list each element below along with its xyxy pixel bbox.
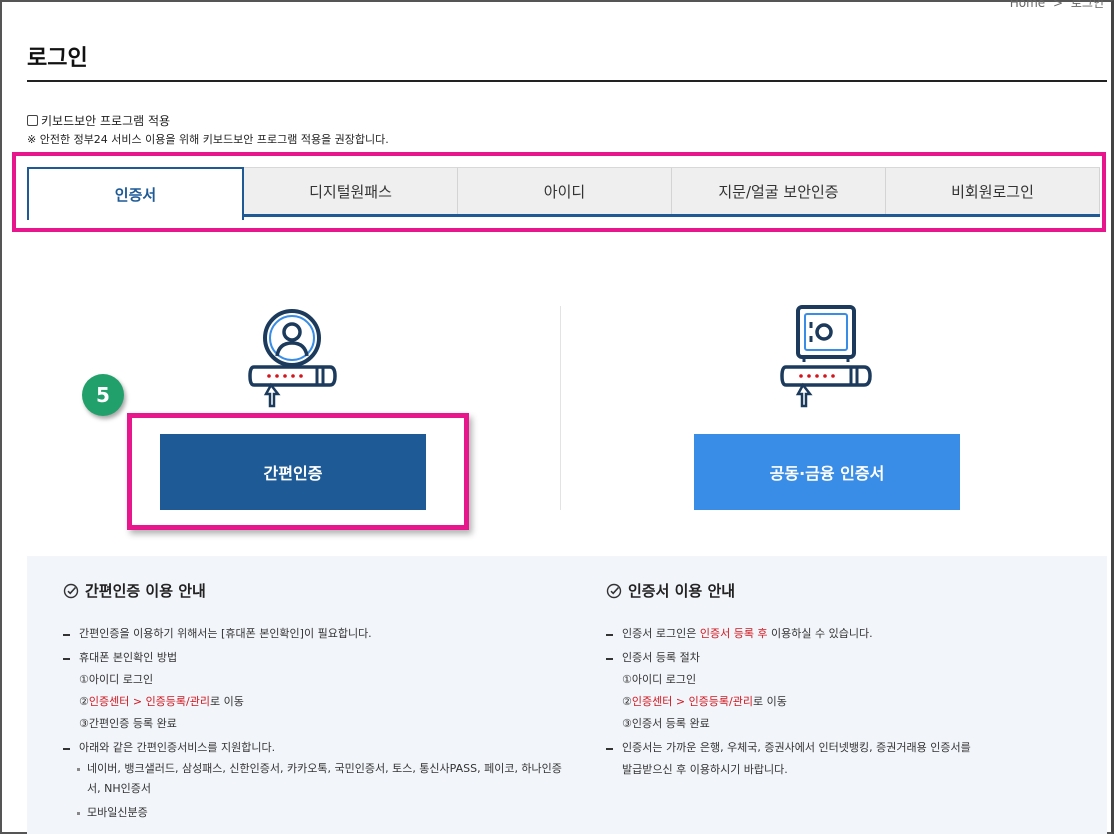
keyboard-security-label: 키보드보안 프로그램 적용 (41, 114, 171, 128)
simple-auth-guide-title: 간편인증 이용 안내 (63, 580, 568, 601)
guide-item-emphasis: 인증서 등록 후 (699, 627, 768, 640)
simple-auth-guide: 간편인증 이용 안내 간편인증을 이용하기 위해서는 [휴대폰 본인확인]이 필… (63, 580, 568, 823)
guide-item: 인증서 로그인은 인증서 등록 후 이용하실 수 있습니다. (606, 623, 971, 645)
tab-non-member[interactable]: 비회원로그인 (886, 167, 1100, 214)
guide-step: ③간편인증 등록 완료 (79, 717, 177, 730)
breadcrumb-current: 로그인 (1070, 0, 1104, 10)
guide-step-emphasis: 인증센터 > 인증등록/관리 (88, 695, 210, 708)
guide-item: 인증서 등록 절차 (606, 647, 971, 669)
person-key-icon (246, 304, 338, 414)
guide-step-prefix: ② (622, 695, 632, 708)
guide-item: 휴대폰 본인확인 방법 (63, 647, 568, 669)
page-title: 로그인 (27, 46, 88, 71)
guide-step-prefix: ② (79, 695, 89, 708)
cert-guide-title: 인증서 이용 안내 (606, 580, 971, 601)
guide-item: 아래와 같은 간편인증서비스를 지원합니다. (63, 737, 568, 759)
tab-id[interactable]: 아이디 (458, 167, 672, 214)
guide-step-suffix: 로 이동 (210, 695, 244, 708)
cert-guide-title-text: 인증서 이용 안내 (628, 582, 736, 600)
guide-step: ②인증센터 > 인증등록/관리로 이동 (606, 691, 971, 713)
simple-auth-button[interactable]: 간편인증 (160, 434, 426, 510)
guide-step: ②인증센터 > 인증등록/관리로 이동 (63, 691, 568, 713)
check-circle-icon (63, 583, 79, 598)
breadcrumb-home[interactable]: Home (1010, 0, 1045, 10)
breadcrumb-separator: > (1052, 0, 1064, 10)
guide-item-continued: 발급받으신 후 이용하시기 바랍니다. (622, 763, 788, 776)
guide-item-prefix: 인증서 로그인은 (622, 627, 700, 640)
guide-step: ①아이디 로그인 (79, 673, 154, 686)
tab-certificate[interactable]: 인증서 (27, 167, 244, 220)
cert-guide: 인증서 이용 안내 인증서 로그인은 인증서 등록 후 이용하실 수 있습니다.… (606, 580, 971, 781)
step-badge: 5 (82, 374, 124, 416)
safe-key-icon (778, 304, 874, 414)
guide-item: 간편인증을 이용하기 위해서는 [휴대폰 본인확인]이 필요합니다. (63, 623, 568, 645)
joint-cert-button[interactable]: 공동·금융 인증서 (694, 434, 960, 510)
guide-mobile-id: 모바일신분증 (63, 803, 568, 823)
title-divider (27, 80, 1107, 82)
tab-biometric[interactable]: 지문/얼굴 보안인증 (672, 167, 886, 214)
keyboard-security-checkbox[interactable] (27, 115, 38, 126)
check-circle-icon (606, 583, 622, 598)
guide-panel: 간편인증 이용 안내 간편인증을 이용하기 위해서는 [휴대폰 본인확인]이 필… (27, 556, 1107, 834)
login-tabs: 인증서 디지털원패스 아이디 지문/얼굴 보안인증 비회원로그인 (27, 167, 1100, 220)
guide-step-emphasis: 인증센터 > 인증등록/관리 (631, 695, 753, 708)
breadcrumb: Home > 로그인 (1008, 0, 1106, 11)
guide-step: ①아이디 로그인 (622, 673, 697, 686)
tab-digital-onepass[interactable]: 디지털원패스 (244, 167, 458, 214)
guide-item-suffix: 이용하실 수 있습니다. (767, 627, 873, 640)
guide-item: 인증서는 가까운 은행, 우체국, 증권사에서 인터넷뱅킹, 증권거래용 인증서… (606, 737, 971, 759)
simple-auth-guide-title-text: 간편인증 이용 안내 (85, 582, 206, 600)
guide-service-list: 네이버, 뱅크샐러드, 삼성패스, 신한인증서, 카카오톡, 국민인증서, 토스… (63, 759, 568, 799)
column-divider (560, 306, 561, 510)
guide-step: ③인증서 등록 완료 (622, 717, 710, 730)
keyboard-security-option[interactable]: 키보드보안 프로그램 적용 (27, 112, 170, 129)
guide-step-suffix: 로 이동 (753, 695, 787, 708)
keyboard-security-note: ※ 안전한 정부24 서비스 이용을 위해 키보드보안 프로그램 적용을 권장합… (27, 133, 389, 146)
